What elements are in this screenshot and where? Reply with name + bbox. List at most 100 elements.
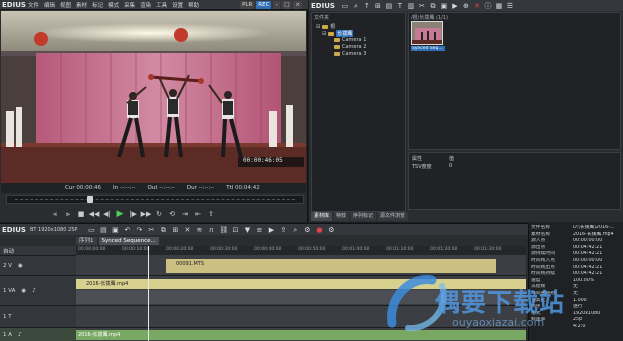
mixer-icon[interactable]: ≡ — [255, 226, 263, 234]
tree-folder-camera-3[interactable]: Camera 3 — [334, 51, 366, 57]
track-header-1a[interactable]: 1 A ♪ — [0, 328, 76, 341]
menu-render[interactable]: 渲染 — [140, 1, 151, 9]
export-icon[interactable]: ⇪ — [206, 209, 216, 219]
tab-sequence-markers[interactable]: 序列标记 — [350, 212, 377, 221]
tab-plr[interactable]: PLR — [240, 1, 255, 9]
view-icon[interactable]: ▦ — [495, 2, 503, 10]
tools-icon[interactable]: ⚙ — [303, 226, 311, 234]
slider-handle[interactable] — [87, 196, 93, 203]
overwrite-icon[interactable]: ⇤ — [193, 209, 203, 219]
paste-icon[interactable]: ⊞ — [171, 226, 179, 234]
list-icon[interactable]: ☰ — [506, 2, 514, 10]
group-icon[interactable]: ⊡ — [231, 226, 239, 234]
menu-file[interactable]: 文件 — [28, 1, 39, 9]
delete-icon[interactable]: ✕ — [183, 226, 191, 234]
ruler-tick: 00:01:20:00 — [430, 247, 458, 252]
up-folder-icon[interactable]: ↑ — [363, 2, 371, 10]
menu-edit[interactable]: 编辑 — [44, 1, 55, 9]
folder-icon[interactable]: ▭ — [341, 2, 349, 10]
tree-folder-camera-2[interactable]: Camera 2 — [334, 44, 366, 50]
tree-folder-camera-1[interactable]: Camera 1 — [334, 37, 366, 43]
menu-view[interactable]: 视图 — [60, 1, 71, 9]
link-icon[interactable]: ⛓ — [219, 226, 228, 234]
tree-folder-selected[interactable]: ⊟ 长拨鹰 — [322, 30, 354, 37]
speaker-icon[interactable]: ♪ — [32, 288, 36, 294]
ripple-icon[interactable]: ≋ — [195, 226, 203, 234]
menu-clip[interactable]: 素材 — [76, 1, 87, 9]
export-icon[interactable]: ⇪ — [279, 226, 287, 234]
val-col-header: 值 — [449, 156, 455, 162]
add-clip-icon[interactable]: ⊞ — [374, 2, 382, 10]
save-icon[interactable]: ▣ — [111, 226, 119, 234]
clip-thumbnail[interactable] — [411, 21, 443, 45]
fast-forward-icon[interactable]: ▶▶ — [141, 209, 152, 219]
sequence-icon[interactable]: ▤ — [385, 2, 393, 10]
tab-rec[interactable]: REC — [256, 1, 272, 9]
menu-tools[interactable]: 工具 — [156, 1, 167, 9]
header-mode[interactable]: 自动 — [0, 246, 76, 256]
track-header-1t[interactable]: 1 T — [0, 306, 76, 328]
stop-icon[interactable]: ■ — [76, 209, 86, 219]
ttl-label: Ttl — [226, 185, 234, 191]
play-around-icon[interactable]: ⟲ — [167, 209, 177, 219]
paste-icon[interactable]: ▣ — [440, 2, 448, 10]
open-icon[interactable]: ▤ — [99, 226, 107, 234]
menu-help[interactable]: 帮助 — [188, 1, 199, 9]
color-bar-icon[interactable]: ▥ — [407, 2, 415, 10]
insert-icon[interactable]: ⇥ — [180, 209, 190, 219]
tree-root[interactable]: ⊟ 根 — [316, 23, 335, 31]
loop-icon[interactable]: ↻ — [154, 209, 164, 219]
video-preview: 00:00:46:05 — [1, 11, 306, 183]
redo-icon[interactable]: ↷ — [135, 226, 143, 234]
menu-capture[interactable]: 采集 — [124, 1, 135, 9]
eye-icon[interactable]: ◉ — [18, 263, 23, 269]
eye-icon[interactable]: ◉ — [21, 288, 26, 294]
dur-label: Dur — [186, 185, 197, 191]
rewind-icon[interactable]: ◀◀ — [89, 209, 100, 219]
cut-icon[interactable]: ✂ — [147, 226, 155, 234]
player-mode-tabs: PLR REC – □ × — [240, 1, 302, 9]
set-out-icon[interactable]: ⫸ — [63, 209, 73, 219]
copy-icon[interactable]: ⧉ — [159, 226, 167, 234]
add-timeline-icon[interactable]: ⊕ — [462, 2, 470, 10]
search-icon[interactable]: ⌕ — [352, 2, 360, 10]
copy-icon[interactable]: ⧉ — [429, 2, 437, 10]
magnet-icon[interactable]: ∩ — [207, 226, 215, 234]
track-header-1va[interactable]: 1 VA ◉ ♪ — [0, 276, 76, 306]
tab-effects[interactable]: 特效 — [333, 212, 350, 221]
menu-mode[interactable]: 模式 — [108, 1, 119, 9]
properties-icon[interactable]: ⓘ — [484, 2, 492, 10]
close-icon[interactable]: × — [293, 1, 302, 9]
menu-settings[interactable]: 设置 — [172, 1, 183, 9]
clip-name[interactable]: Synced Seq... — [411, 46, 445, 51]
cut-icon[interactable]: ✂ — [418, 2, 426, 10]
render-icon[interactable]: ▶ — [267, 226, 275, 234]
play-button[interactable]: ▶ — [115, 209, 125, 219]
track-header-2v[interactable]: 2 V ◉ — [0, 256, 76, 276]
menu-marker[interactable]: 标记 — [92, 1, 103, 9]
record-icon[interactable]: ● — [315, 226, 323, 234]
title-icon[interactable]: T — [396, 2, 404, 10]
marker-icon[interactable]: ▼ — [243, 226, 251, 234]
maximize-icon[interactable]: □ — [282, 1, 292, 9]
step-back-icon[interactable]: ◀| — [102, 209, 112, 219]
timeline-ruler[interactable]: 00:00:00:00 00:00:10:00 00:00:20:00 00:0… — [76, 246, 526, 256]
project-format: BT 1920x1080 25P — [29, 226, 78, 233]
set-in-icon[interactable]: ⫷ — [50, 209, 60, 219]
delete-icon[interactable]: ✕ — [473, 2, 481, 10]
zoom-icon[interactable]: ⌕ — [291, 226, 299, 234]
watermark-brand: 偶要下载站 — [435, 288, 566, 317]
position-slider[interactable] — [6, 195, 304, 204]
tab-synced-sequence[interactable]: Synced Sequence... — [98, 237, 159, 245]
player-icon[interactable]: ▶ — [451, 2, 459, 10]
speaker-icon[interactable]: ♪ — [18, 332, 22, 338]
step-forward-icon[interactable]: |▶ — [128, 209, 138, 219]
undo-icon[interactable]: ↶ — [123, 226, 131, 234]
minimize-icon[interactable]: – — [273, 1, 281, 9]
tab-bin[interactable]: 素材库 — [311, 212, 333, 221]
settings-icon[interactable]: ⚙ — [327, 226, 335, 234]
tab-source-browser[interactable]: 源文件浏览 — [377, 212, 409, 221]
playhead[interactable] — [148, 246, 149, 341]
tab-sequence-1[interactable]: 序列1 — [76, 237, 97, 245]
new-project-icon[interactable]: ▭ — [87, 226, 95, 234]
